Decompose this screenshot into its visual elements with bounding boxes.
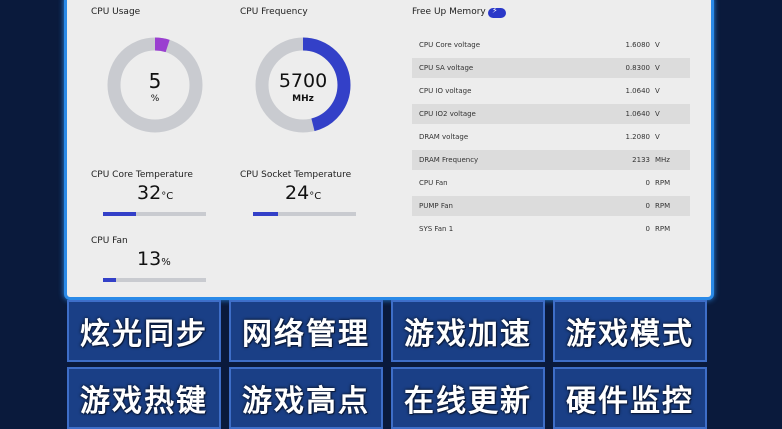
cpu-socket-temp-bar-fill [253, 212, 278, 216]
reading-value: 0 [645, 179, 650, 187]
reading-row: CPU IO voltage 1.0640 V [412, 81, 690, 101]
reading-name: DRAM voltage [419, 133, 469, 141]
reading-row: SYS Fan 1 0 RPM [412, 219, 690, 239]
reading-value: 1.2080 [625, 133, 651, 141]
free-up-memory-button[interactable] [488, 6, 506, 18]
reading-unit: RPM [655, 225, 671, 233]
feature-button[interactable]: 炫光同步 [67, 300, 221, 362]
cpu-usage-label: CPU Usage [91, 7, 141, 17]
cpu-usage-value: 5 [148, 69, 162, 93]
feature-button[interactable]: 在线更新 [391, 367, 545, 429]
cpu-core-temp-value: 32 [137, 182, 162, 204]
reading-row: PUMP Fan 0 RPM [412, 196, 690, 216]
cpu-socket-temp-label: CPU Socket Temperature [240, 170, 352, 180]
cpu-core-temp-readout: 32°C [137, 182, 173, 204]
cpu-frequency-value: 5700 [278, 70, 328, 92]
feature-button[interactable]: 游戏加速 [391, 300, 545, 362]
cpu-fan-bar-fill [103, 278, 117, 282]
cpu-socket-temp-unit: °C [309, 191, 322, 202]
reading-unit: V [655, 87, 660, 95]
reading-name: CPU IO voltage [419, 87, 472, 95]
reading-unit: V [655, 133, 660, 141]
reading-name: CPU Fan [419, 179, 448, 187]
feature-button[interactable]: 游戏高点 [229, 367, 383, 429]
feature-button[interactable]: 硬件监控 [553, 367, 707, 429]
cpu-core-temp-bar [103, 212, 206, 216]
reading-name: CPU IO2 voltage [419, 110, 476, 118]
reading-row: DRAM voltage 1.2080 V [412, 127, 690, 147]
reading-value: 0.8300 [625, 64, 651, 72]
hardware-monitor-panel: CPU Usage 5 % CPU Frequency 5700 MHz CPU… [64, 0, 714, 300]
reading-row: CPU SA voltage 0.8300 V [412, 58, 690, 78]
free-up-memory-label: Free Up Memory [412, 7, 486, 17]
reading-value: 1.6080 [625, 41, 651, 49]
reading-value: 0 [645, 202, 650, 210]
cpu-socket-temp-bar [253, 212, 356, 216]
reading-value: 1.0640 [625, 87, 651, 95]
feature-button[interactable]: 游戏模式 [553, 300, 707, 362]
reading-unit: MHz [655, 156, 670, 164]
reading-name: PUMP Fan [419, 202, 453, 210]
reading-row: DRAM Frequency 2133 MHz [412, 150, 690, 170]
cpu-usage-unit: % [150, 94, 160, 104]
reading-row: CPU Fan 0 RPM [412, 173, 690, 193]
feature-button[interactable]: 网络管理 [229, 300, 383, 362]
cpu-socket-temp-readout: 24°C [285, 182, 321, 204]
reading-name: SYS Fan 1 [419, 225, 454, 233]
reading-name: CPU Core voltage [419, 41, 481, 49]
cpu-fan-unit: % [161, 257, 171, 268]
reading-unit: V [655, 64, 660, 72]
cpu-core-temp-unit: °C [161, 191, 174, 202]
reading-value: 2133 [632, 156, 650, 164]
cpu-fan-value: 13 [137, 248, 162, 270]
reading-name: CPU SA voltage [419, 64, 474, 72]
reading-value: 0 [645, 225, 650, 233]
cpu-fan-readout: 13% [137, 248, 171, 270]
feature-button[interactable]: 游戏热键 [67, 367, 221, 429]
cpu-core-temp-label: CPU Core Temperature [91, 170, 193, 180]
cpu-frequency-label: CPU Frequency [240, 7, 308, 17]
reading-value: 1.0640 [625, 110, 651, 118]
cpu-socket-temp-value: 24 [285, 182, 310, 204]
reading-row: CPU Core voltage 1.6080 V [412, 35, 690, 55]
reading-row: CPU IO2 voltage 1.0640 V [412, 104, 690, 124]
reading-name: DRAM Frequency [419, 156, 479, 164]
reading-unit: RPM [655, 202, 671, 210]
reading-unit: V [655, 41, 660, 49]
cpu-fan-bar [103, 278, 206, 282]
cpu-frequency-unit: MHz [292, 94, 314, 104]
reading-unit: RPM [655, 179, 671, 187]
cpu-core-temp-bar-fill [103, 212, 136, 216]
cpu-fan-label: CPU Fan [91, 236, 128, 246]
reading-unit: V [655, 110, 660, 118]
